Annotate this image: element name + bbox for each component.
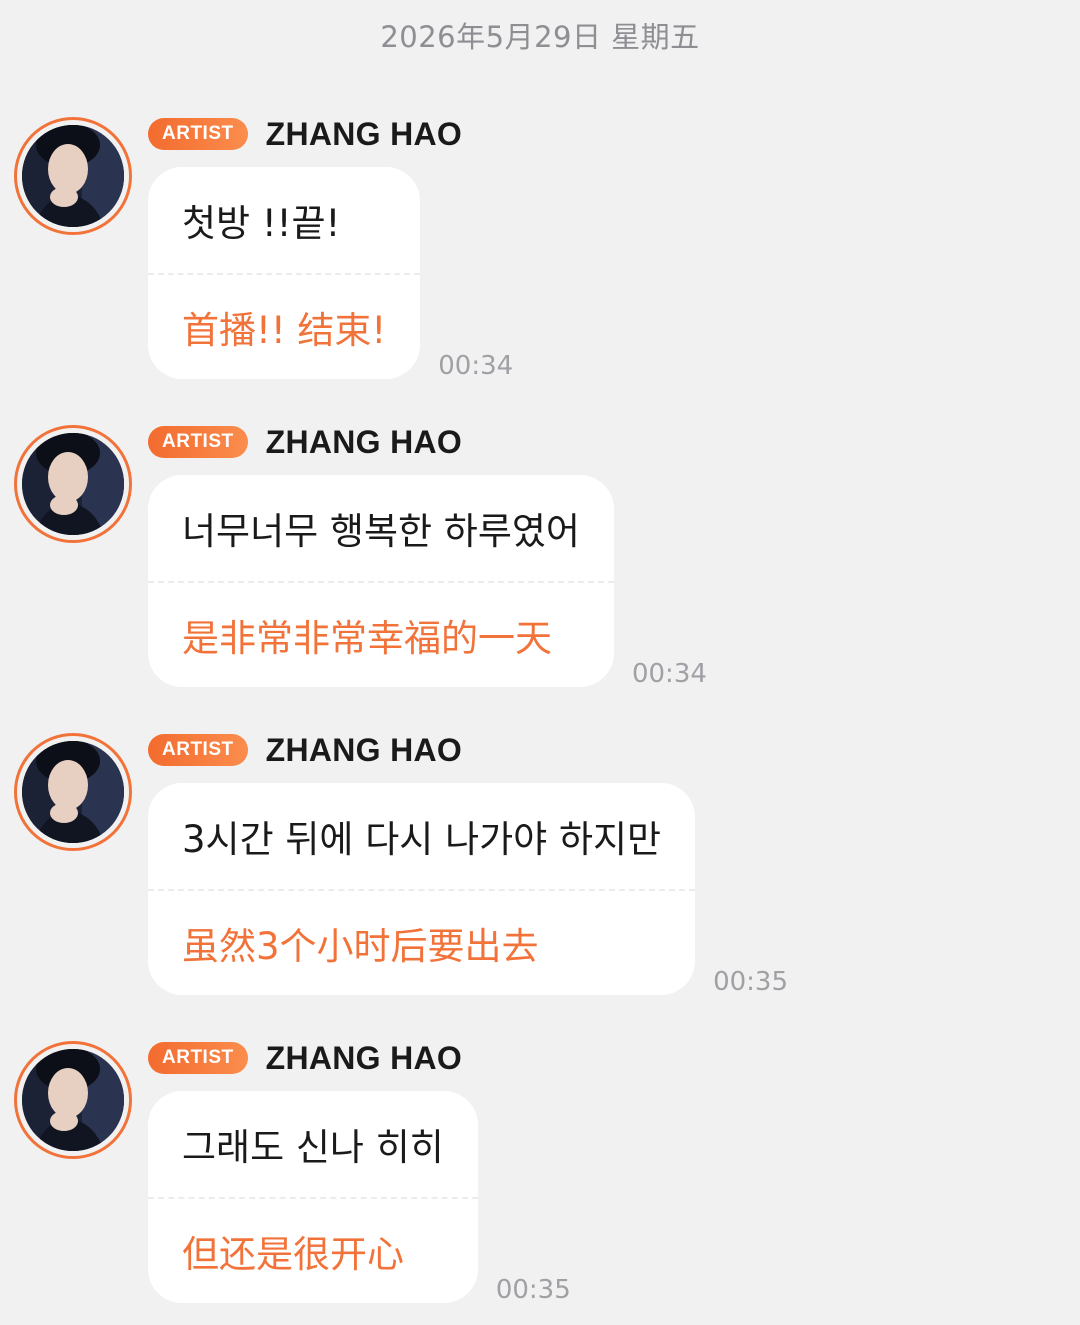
translated-text: 虽然3个小时后要出去 — [182, 925, 539, 968]
sender-avatar[interactable] — [14, 425, 132, 543]
original-text: 3시간 뒤에 다시 나가야 하지만 — [182, 818, 662, 861]
profile-photo-icon — [22, 433, 124, 535]
artist-badge: ARTIST — [148, 118, 248, 150]
artist-badge: ARTIST — [148, 1042, 248, 1074]
sender-avatar[interactable] — [14, 733, 132, 851]
bubble-row: 3시간 뒤에 다시 나가야 하지만 虽然3个小时后要出去 00:35 — [148, 783, 789, 997]
translated-text: 但还是很开心 — [182, 1233, 404, 1276]
date-header: 2026年5月29日 星期五 — [380, 20, 700, 54]
bubble-row: 첫방 !!끝! 首播!! 结束! 00:34 — [148, 167, 514, 381]
sender-name[interactable]: ZHANG HAO — [266, 424, 462, 461]
translated-text: 首播!! 结束! — [182, 309, 387, 352]
sender-avatar[interactable] — [14, 1041, 132, 1159]
message-bubble[interactable]: 그래도 신나 히히 但还是很开心 — [148, 1091, 478, 1303]
original-text: 첫방 !!끝! — [182, 202, 341, 245]
sender-avatar[interactable] — [14, 117, 132, 235]
translated-text: 是非常非常幸福的一天 — [182, 617, 552, 660]
message-timestamp: 00:34 — [631, 659, 707, 689]
profile-photo-icon — [22, 1049, 124, 1151]
profile-photo-icon — [22, 741, 124, 843]
artist-badge: ARTIST — [148, 426, 248, 458]
message-bubble[interactable]: 너무너무 행복한 하루였어 是非常非常幸福的一天 — [148, 475, 614, 687]
original-text: 너무너무 행복한 하루였어 — [182, 510, 580, 553]
sender-row: ARTIST ZHANG HAO — [148, 116, 462, 153]
sender-row: ARTIST ZHANG HAO — [148, 1040, 462, 1077]
original-text: 그래도 신나 히히 — [182, 1126, 444, 1169]
bubble-row: 너무너무 행복한 하루였어 是非常非常幸福的一天 00:34 — [148, 475, 707, 689]
message-bubble[interactable]: 첫방 !!끝! 首播!! 结束! — [148, 167, 421, 379]
profile-photo-icon — [22, 125, 124, 227]
sender-row: ARTIST ZHANG HAO — [148, 732, 462, 769]
message-timestamp: 00:35 — [495, 1275, 571, 1305]
sender-name[interactable]: ZHANG HAO — [266, 116, 462, 153]
sender-name[interactable]: ZHANG HAO — [266, 732, 462, 769]
message-timestamp: 00:35 — [713, 967, 789, 997]
message-bubble[interactable]: 3시간 뒤에 다시 나가야 하지만 虽然3个小时后要出去 — [148, 783, 696, 995]
sender-name[interactable]: ZHANG HAO — [266, 1040, 462, 1077]
bubble-row: 그래도 신나 히히 但还是很开心 00:35 — [148, 1091, 571, 1305]
message-timestamp: 00:34 — [438, 351, 514, 381]
artist-badge: ARTIST — [148, 734, 248, 766]
sender-row: ARTIST ZHANG HAO — [148, 424, 462, 461]
